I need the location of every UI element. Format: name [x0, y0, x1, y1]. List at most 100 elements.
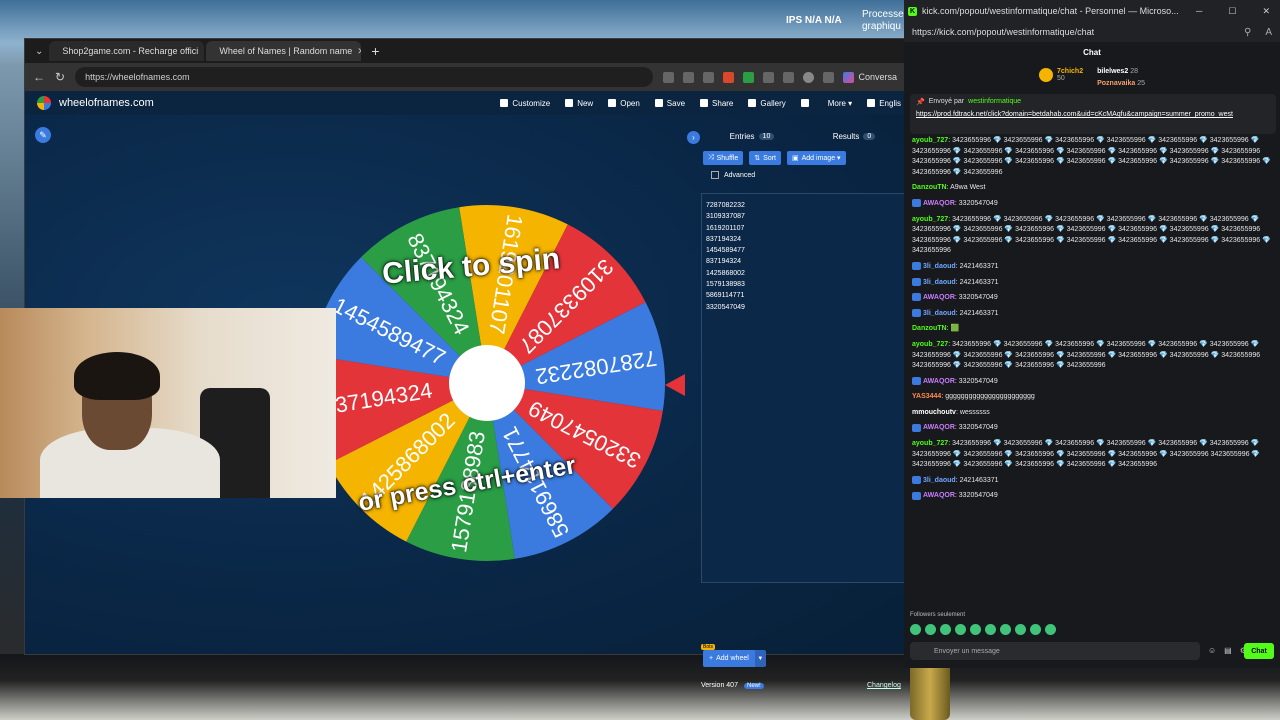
emote-icon[interactable] — [910, 624, 921, 635]
menu-item-0[interactable]: Customize — [500, 99, 550, 108]
menu-item-2[interactable]: Open — [608, 99, 640, 108]
shuffle-label: Shuffle — [716, 154, 739, 162]
edit-pencil-icon[interactable]: ✎ — [35, 127, 51, 143]
url-input[interactable]: https://wheelofnames.com — [75, 67, 654, 87]
emote-icon[interactable] — [1015, 624, 1026, 635]
minimize-icon[interactable]: ─ — [1196, 6, 1202, 17]
chat-text: 3320547049 — [958, 294, 998, 302]
menu-item-1[interactable]: New — [565, 99, 593, 108]
chat-input[interactable]: Envoyer un message — [910, 642, 1200, 660]
sort-label: Sort — [763, 154, 776, 162]
close-icon[interactable]: ✕ — [1262, 6, 1270, 17]
wheel[interactable]: 1619201107 3109337087 7287082232 3320547049… — [307, 188, 667, 578]
maximize-icon[interactable]: ☐ — [1228, 6, 1236, 17]
add-wheel-dropdown-icon[interactable]: ▼ — [754, 650, 766, 667]
favorites-icon[interactable] — [783, 71, 795, 83]
pinned-link[interactable]: https://prod.fdtrack.net/click?domain=be… — [916, 110, 1270, 120]
add-wheel-label: Add wheel — [716, 655, 749, 662]
results-count-badge: 0 — [863, 132, 876, 140]
emoji-icon[interactable]: ☺ — [1208, 646, 1216, 655]
chat-username[interactable]: YAS3444 — [912, 393, 941, 400]
gifter-name[interactable]: bilelwes2 — [1097, 68, 1128, 75]
reload-icon[interactable]: ↻ — [55, 70, 65, 84]
crown-icon — [1039, 68, 1054, 82]
entries-textarea[interactable]: 7287082232 3109337087 1619201107 837194324 1… — [701, 193, 905, 583]
emote-icon[interactable] — [1030, 624, 1041, 635]
chat-username[interactable]: 3li_daoud — [923, 477, 956, 484]
wheel-graphic[interactable]: 1619201107310933708772870822323320547049… — [307, 188, 667, 578]
emote-icon[interactable] — [1045, 624, 1056, 635]
shuffle-button[interactable]: ⤨ Shuffle — [703, 151, 744, 165]
entry-line: 837194324 — [706, 235, 742, 243]
tab-wheel-of-names[interactable]: Wheel of Names | Random name ✕ — [206, 41, 362, 61]
menu-item-4[interactable]: Share — [700, 99, 733, 108]
back-icon[interactable]: ← — [33, 70, 45, 84]
followers-only-label: Followers seulement — [910, 612, 966, 618]
puzzle-icon[interactable] — [763, 71, 775, 83]
chat-username[interactable]: AWAQOR — [923, 378, 955, 385]
chat-username[interactable]: 3li_daoud — [923, 263, 956, 270]
chat-username[interactable]: ayoub_727 — [912, 341, 948, 348]
more-icon[interactable] — [823, 71, 835, 83]
new-tab-button[interactable]: + — [363, 43, 387, 59]
emote-icon[interactable] — [970, 624, 981, 635]
extension-green-icon[interactable] — [743, 71, 755, 83]
menu-item-8[interactable]: Englis — [867, 99, 901, 108]
chat-username[interactable]: AWAQOR — [923, 424, 955, 431]
chat-username[interactable]: AWAQOR — [923, 492, 955, 499]
add-wheel-button[interactable]: + Add wheel — [703, 650, 755, 667]
tab-shop2game[interactable]: Shop2game.com - Recharge offici ✕ — [49, 41, 205, 61]
top-gifters: 7chich2 50 bilelwes2 28 Poznavaika 25 — [904, 62, 1280, 88]
zoom-icon[interactable] — [683, 71, 695, 83]
profile-avatar[interactable] — [803, 71, 815, 83]
add-image-button[interactable]: ▣ Add image ▾ — [787, 151, 846, 165]
user-badge-icon — [912, 491, 921, 500]
font-size-icon[interactable]: A — [1265, 27, 1272, 38]
copilot-button[interactable]: Conversa — [843, 71, 897, 83]
menu-item-7[interactable]: More ▾ — [828, 99, 852, 108]
emote-icon[interactable] — [1000, 624, 1011, 635]
chat-username[interactable]: DanzouTN — [912, 325, 947, 332]
translate-icon[interactable] — [663, 71, 675, 83]
tab-entries[interactable]: Entries 10 — [701, 132, 803, 141]
changelog-link[interactable]: Changelog — [867, 682, 901, 689]
close-icon[interactable]: ✕ — [357, 46, 361, 57]
zoom-icon[interactable]: ⚲ — [1244, 27, 1251, 38]
kick-url[interactable]: https://kick.com/popout/westinformatique… — [912, 27, 1094, 37]
tab-results[interactable]: Results 0 — [803, 132, 905, 141]
chat-username[interactable]: mmouchoutv — [912, 409, 956, 416]
gifter-name[interactable]: Poznavaika — [1097, 80, 1135, 87]
chat-username[interactable]: ayoub_727 — [912, 440, 948, 447]
chat-username[interactable]: AWAQOR — [923, 200, 955, 207]
emote-icon[interactable] — [925, 624, 936, 635]
menu-item-5[interactable]: Gallery — [748, 99, 786, 108]
gifter-name[interactable]: 7chich2 — [1057, 68, 1083, 75]
close-icon[interactable]: ✕ — [203, 46, 204, 57]
emote-icon[interactable] — [955, 624, 966, 635]
chat-username[interactable]: AWAQOR — [923, 294, 955, 301]
emote-icon[interactable] — [985, 624, 996, 635]
sort-button[interactable]: ⇅ Sort — [749, 151, 781, 165]
chat-username[interactable]: 3li_daoud — [923, 310, 956, 317]
tab-list-chevron-icon[interactable]: ⌄ — [31, 46, 47, 57]
send-chat-button[interactable]: Chat — [1244, 643, 1274, 659]
advanced-checkbox[interactable] — [711, 171, 719, 179]
extension-red-icon[interactable] — [723, 71, 735, 83]
collapse-panel-icon[interactable]: › — [687, 131, 700, 144]
pinned-user[interactable]: westinformatique — [968, 98, 1021, 106]
chat-text: 3423655996 💎 3423655996 💎 3423655996 💎 3… — [912, 215, 1271, 255]
entry-line: 3109337087 — [706, 213, 745, 221]
chat-username[interactable]: ayoub_727 — [912, 137, 948, 144]
emote-icon[interactable] — [940, 624, 951, 635]
wheel-center-hub[interactable] — [449, 345, 525, 421]
chat-username[interactable]: ayoub_727 — [912, 216, 948, 223]
chat-message: AWAQOR: 3320547049 — [912, 293, 1272, 304]
menu-item-6[interactable] — [800, 99, 813, 108]
gift-icon[interactable]: ▤ — [1224, 646, 1232, 655]
menu-item-3[interactable]: Save — [654, 99, 685, 108]
chat-username[interactable]: DanzouTN — [912, 184, 947, 191]
app-logo-text[interactable]: wheelofnames.com — [59, 97, 154, 109]
advanced-toggle[interactable]: Advanced — [701, 171, 905, 179]
star-icon[interactable] — [703, 71, 715, 83]
chat-username[interactable]: 3li_daoud — [923, 279, 956, 286]
